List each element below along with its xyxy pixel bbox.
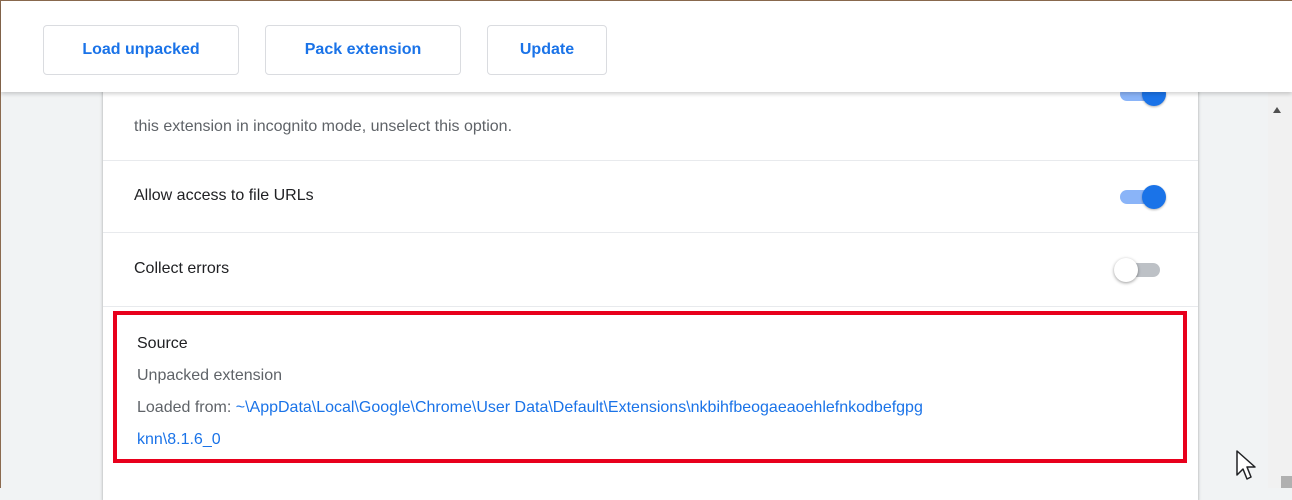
source-path-link[interactable]: ~\AppData\Local\Google\Chrome\User Data\…	[236, 399, 923, 416]
file-urls-toggle[interactable]	[1114, 183, 1166, 209]
source-path-link-continued[interactable]: knn\8.1.6_0	[137, 431, 221, 449]
scrollbar-thumb[interactable]	[1281, 476, 1292, 488]
update-button[interactable]: Update	[487, 25, 607, 75]
collect-errors-row: Collect errors	[103, 232, 1198, 306]
scroll-up-arrow-icon[interactable]	[1273, 107, 1281, 113]
collect-errors-toggle[interactable]	[1114, 256, 1166, 282]
pack-extension-button[interactable]: Pack extension	[265, 25, 461, 75]
scrollbar[interactable]	[1268, 92, 1292, 488]
source-type: Unpacked extension	[137, 367, 282, 384]
toggle-knob	[1142, 185, 1166, 209]
collect-errors-label: Collect errors	[134, 260, 230, 277]
extensions-toolbar: Load unpacked Pack extension Update	[1, 1, 1292, 92]
incognito-warning-text: this extension in incognito mode, unsele…	[134, 118, 513, 135]
load-unpacked-button[interactable]: Load unpacked	[43, 25, 239, 75]
mouse-pointer-icon	[1236, 450, 1256, 480]
file-urls-row: Allow access to file URLs	[103, 160, 1198, 232]
file-urls-label: Allow access to file URLs	[134, 187, 314, 204]
source-title: Source	[137, 335, 188, 352]
toggle-knob	[1114, 258, 1138, 282]
loaded-from-line: Loaded from: ~\AppData\Local\Google\Chro…	[137, 399, 923, 417]
loaded-from-label: Loaded from:	[137, 399, 236, 416]
source-highlight-box: Source Unpacked extension Loaded from: ~…	[113, 311, 1187, 463]
